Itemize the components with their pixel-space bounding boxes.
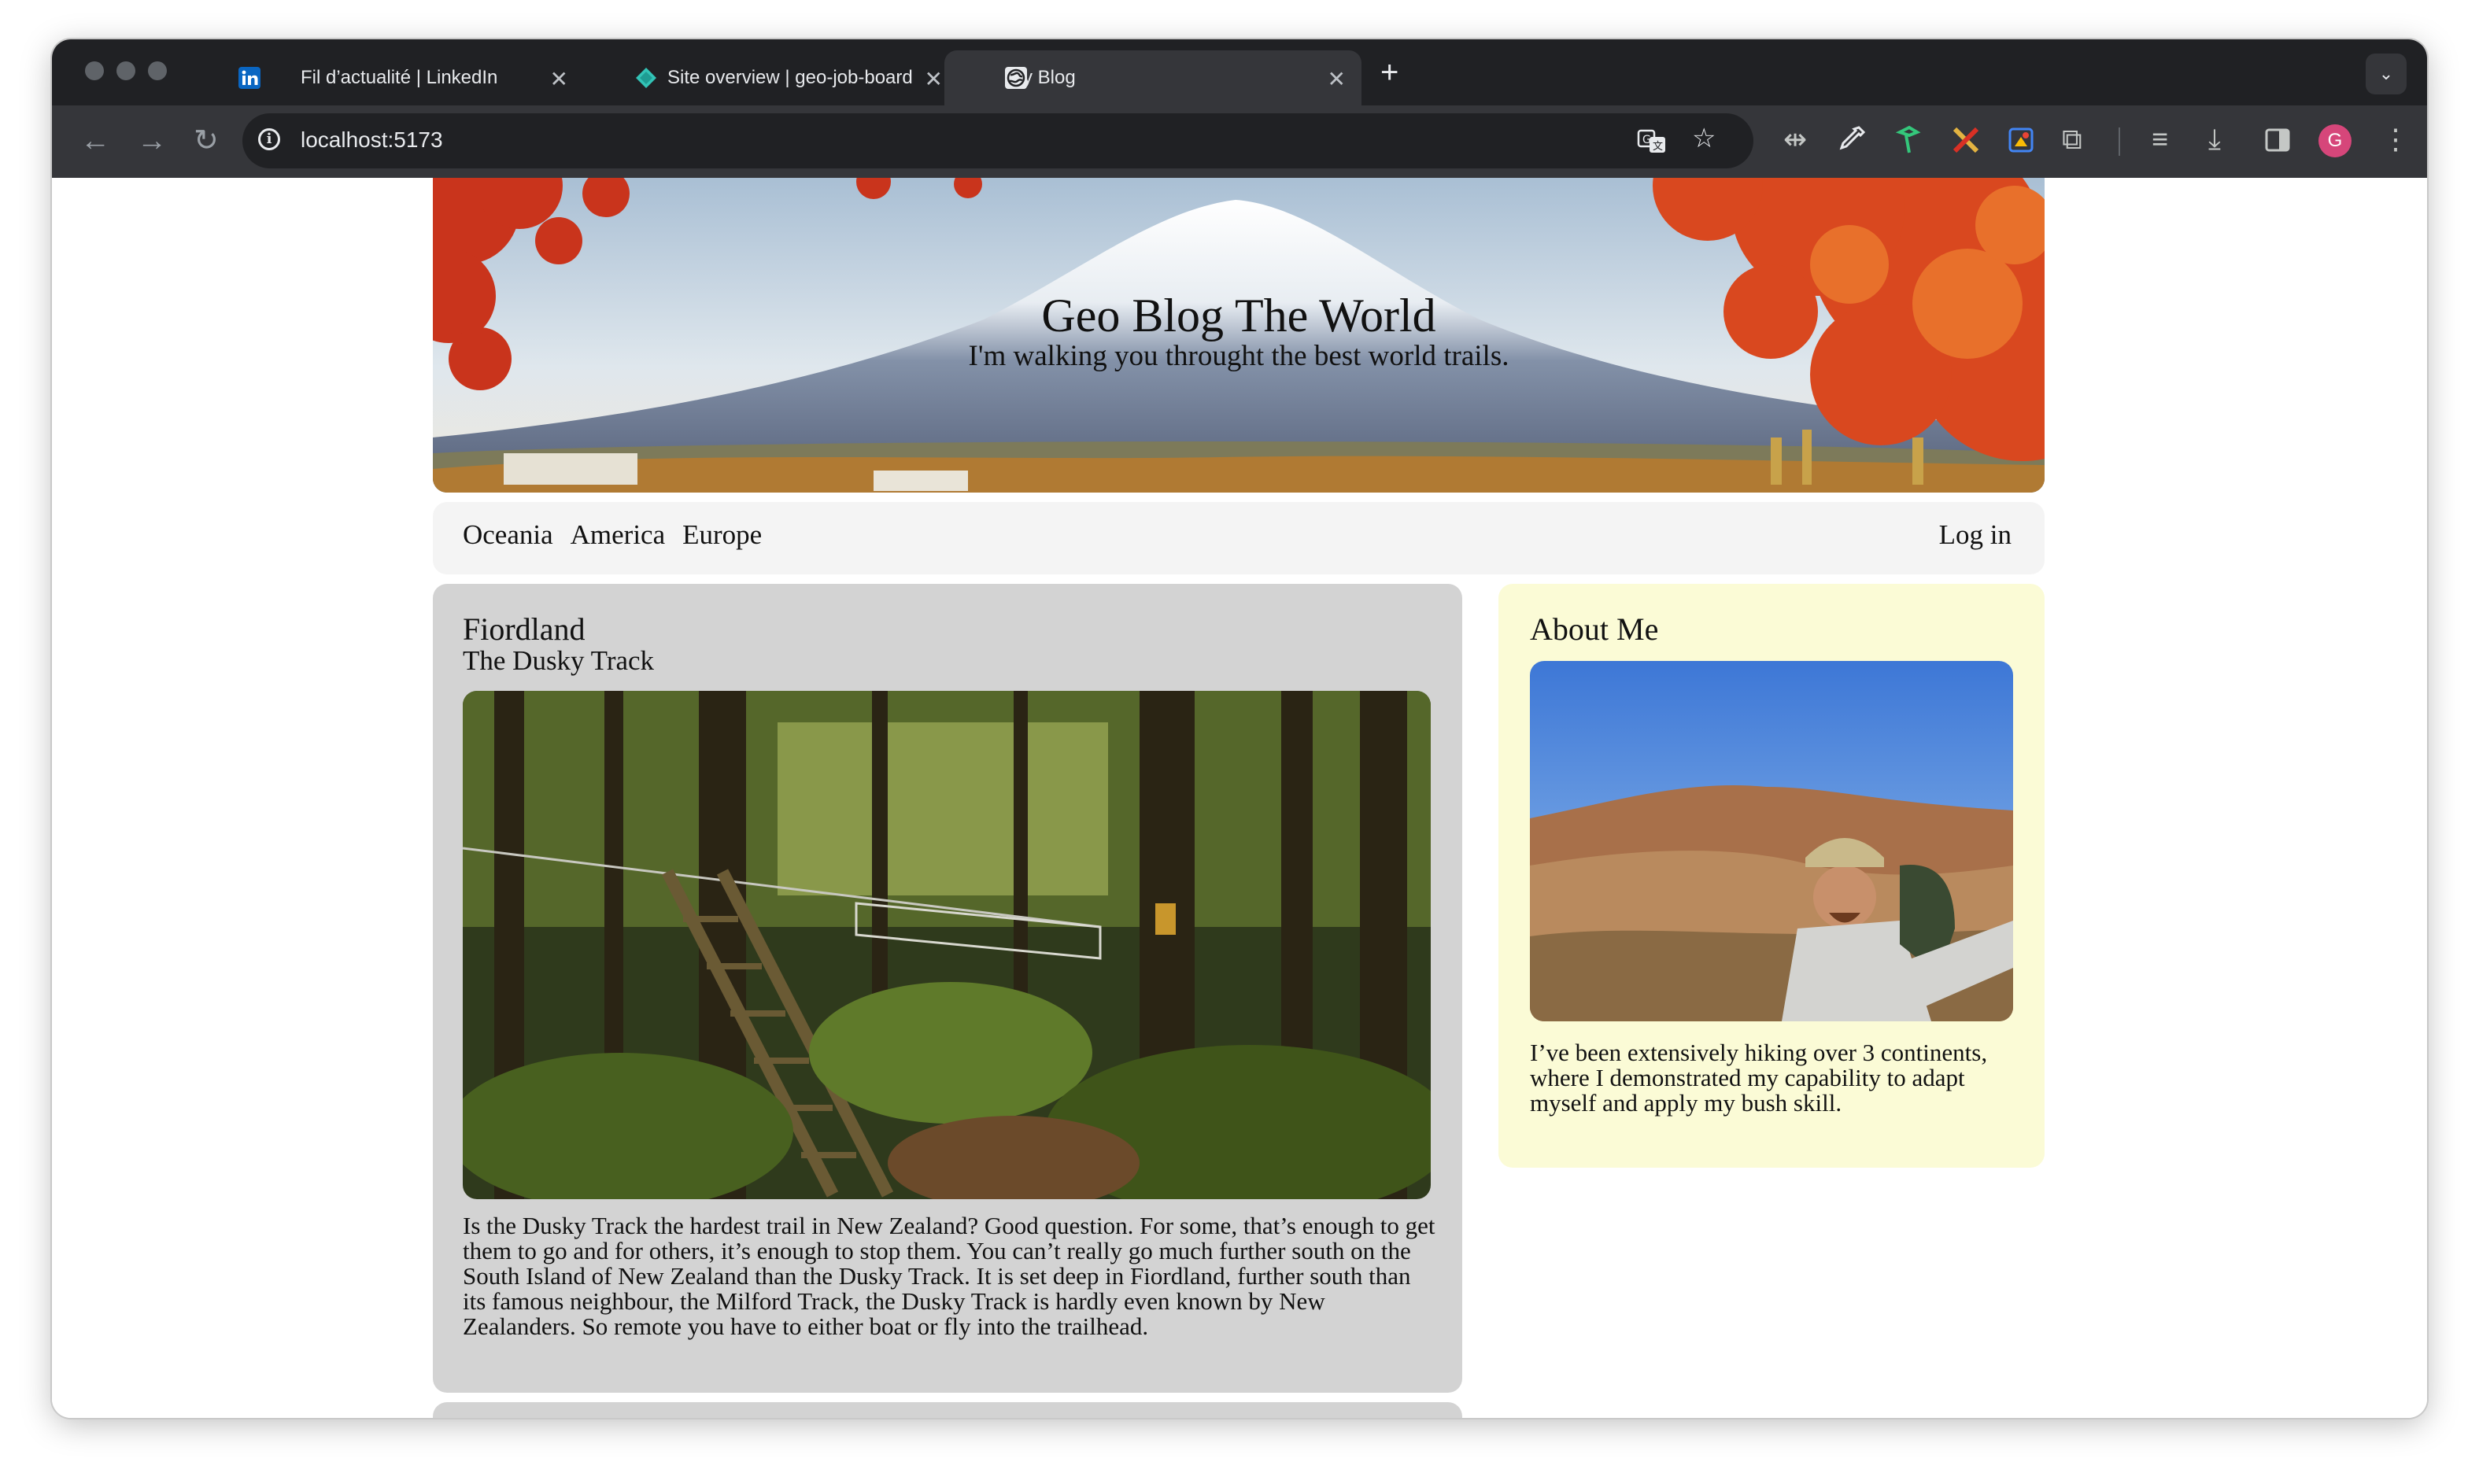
about-title: About Me <box>1530 611 1659 647</box>
extension-colorful-icon[interactable] <box>2007 124 2035 156</box>
blog-tagline: I'm walking you throught the best world … <box>968 340 1509 372</box>
post-body: Is the Dusky Track the hardest trail in … <box>463 1212 1435 1340</box>
back-button[interactable]: ← <box>80 123 110 159</box>
close-tab-icon[interactable]: ✕ <box>925 66 943 92</box>
post-title: Fiordland <box>463 611 586 647</box>
tab-netlify[interactable]: Site overview | geo-job-board ✕ <box>584 50 959 105</box>
reload-icon: ↻ <box>194 124 219 157</box>
tab-linkedin[interactable]: Fil d’actualité | LinkedIn ✕ <box>209 50 584 105</box>
new-tab-button[interactable]: + <box>1380 55 1398 90</box>
netlify-icon <box>636 68 656 88</box>
blog-post-card-next <box>433 1402 1462 1418</box>
linkedin-icon <box>238 67 260 89</box>
nav-link-america[interactable]: America <box>571 519 665 551</box>
forward-button[interactable]: → <box>137 123 167 159</box>
blog-title: Geo Blog The World <box>1041 290 1436 341</box>
globe-icon <box>1005 67 1027 89</box>
tab-search-button[interactable]: ⌄ <box>2366 54 2407 94</box>
svg-text:文: 文 <box>1653 141 1663 153</box>
close-tab-icon[interactable]: ✕ <box>1328 66 1346 92</box>
star-icon[interactable]: ☆ <box>1692 123 1716 154</box>
minimize-window-button[interactable] <box>116 61 135 80</box>
close-window-button[interactable] <box>85 61 104 80</box>
toolbar-divider <box>2119 127 2120 156</box>
close-tab-icon[interactable]: ✕ <box>550 66 568 92</box>
tab-title: Fil d’actualité | LinkedIn <box>301 67 498 88</box>
extension-green-icon[interactable] <box>1895 124 1922 156</box>
arrow-left-icon: ← <box>80 124 110 157</box>
maximize-window-button[interactable] <box>148 61 167 80</box>
more-menu-icon[interactable]: ⋮ <box>2381 120 2410 159</box>
reload-button[interactable]: ↻ <box>194 123 219 159</box>
web-page: Geo Blog The World I'm walking you throu… <box>52 178 2427 1418</box>
extension-x-icon[interactable] <box>1952 124 1980 156</box>
post-image <box>463 691 1431 1199</box>
tab-my-blog[interactable]: My Blog ✕ <box>944 50 1361 105</box>
browser-toolbar: ← → ↻ i localhost:5173 G 文 ☆ ⇹ ⧉ ≡ ⤓ G ⋮ <box>52 105 2427 178</box>
hiker-selfie-image <box>1530 661 2013 1021</box>
post-subtitle: The Dusky Track <box>463 645 655 676</box>
tab-strip: Fil d’actualité | LinkedIn ✕ Site overvi… <box>52 39 2427 105</box>
about-me-card: About Me I’ve been extensively hiking ov… <box>1498 584 2045 1168</box>
extension-icon[interactable]: ⇹ <box>1783 120 1807 159</box>
site-info-icon[interactable]: i <box>258 128 280 150</box>
nav-link-oceania[interactable]: Oceania <box>463 519 553 551</box>
translate-icon[interactable]: G 文 <box>1637 127 1667 156</box>
blog-post-card: Fiordland The Dusky Track Is the Dusky T… <box>433 584 1462 1393</box>
browser-window: Fil d’actualité | LinkedIn ✕ Site overvi… <box>52 39 2427 1418</box>
eyedropper-icon[interactable] <box>1838 124 1867 156</box>
login-link[interactable]: Log in <box>1939 519 2012 551</box>
tab-title: Site overview | geo-job-board <box>667 67 913 88</box>
blog-navbar: Oceania America Europe Log in <box>433 502 2045 574</box>
about-image <box>1530 661 2013 1021</box>
url-text[interactable]: localhost:5173 <box>301 127 443 153</box>
nav-link-europe[interactable]: Europe <box>682 519 762 551</box>
download-icon[interactable]: ⤓ <box>2208 120 2221 159</box>
chevron-down-icon: ⌄ <box>2378 64 2394 83</box>
blog-banner: Geo Blog The World I'm walking you throu… <box>433 178 2045 493</box>
puzzle-icon[interactable]: ⧉ <box>2062 120 2082 159</box>
profile-avatar[interactable]: G <box>2318 124 2352 157</box>
about-body: I’ve been extensively hiking over 3 cont… <box>1530 1039 1988 1117</box>
window-controls <box>85 61 167 80</box>
side-panel-icon[interactable] <box>2263 126 2292 154</box>
arrow-right-icon: → <box>137 124 167 157</box>
region-nav: Oceania America Europe <box>463 519 762 551</box>
address-bar[interactable]: i localhost:5173 G 文 ☆ <box>242 113 1753 168</box>
forest-track-image <box>463 691 1431 1199</box>
reading-list-icon[interactable]: ≡ <box>2152 120 2168 159</box>
